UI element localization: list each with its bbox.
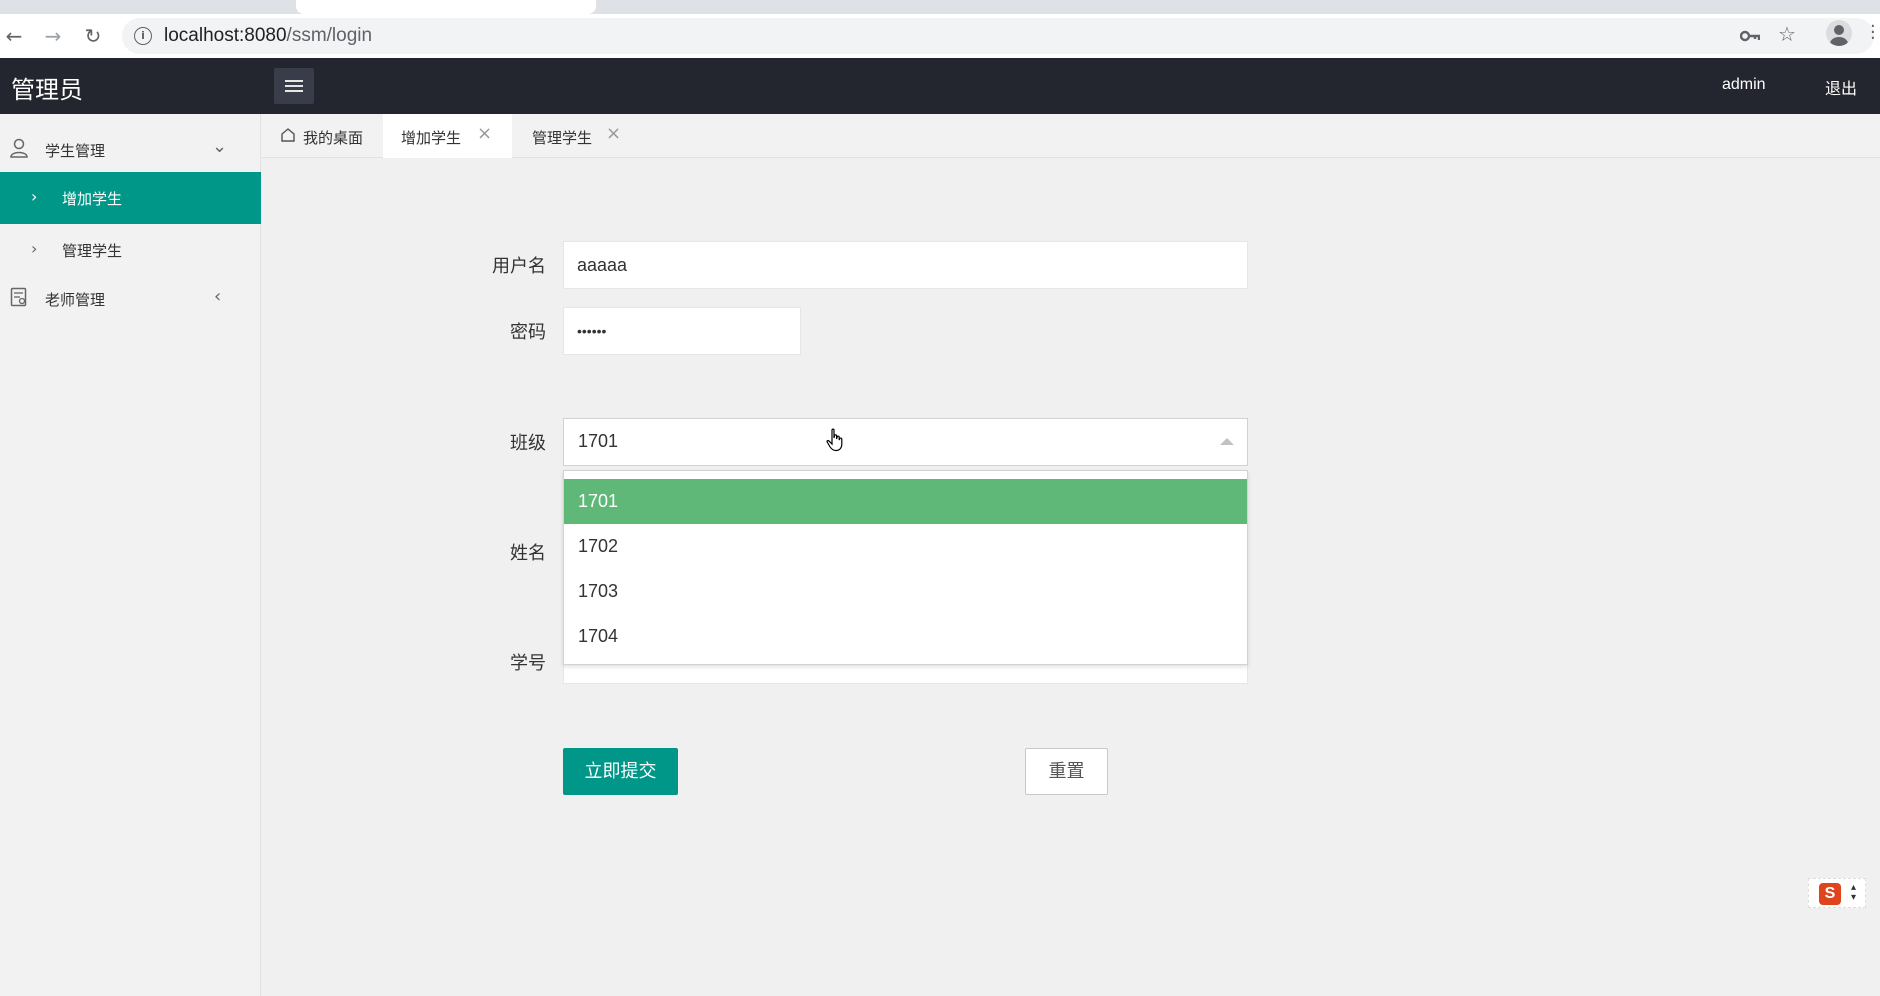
dropdown-option[interactable]: 1703 [564,569,1247,614]
chevron-right-icon: › [31,187,38,206]
ime-arrows-icon: ▴ ▾ [1851,882,1857,903]
submit-button[interactable]: 立即提交 [563,748,678,795]
app-header: 管理员 admin 退出 [0,58,1880,114]
tab-my-desktop[interactable]: 我的桌面 [262,114,383,158]
sidebar: 学生管理 ⌄ › 增加学生 › 管理学生 老师管理 ‹ [0,114,261,996]
browser-tabstrip [0,0,1880,14]
browser-toolbar: ← → ↻ i localhost:8080/ssm/login ☆ · · · [0,14,1880,58]
close-icon[interactable]: × [606,123,621,144]
forward-icon[interactable]: → [41,24,65,48]
dropdown-option[interactable]: 1701 [564,479,1247,524]
tab-add-student[interactable]: 增加学生 × [383,114,512,158]
list-icon-line [285,90,303,92]
sidebar-toggle-button[interactable] [274,68,314,104]
sidebar-item-label: 管理学生 [62,242,123,260]
class-label: 班级 [510,433,546,454]
sidebar-group-label: 学生管理 [45,142,106,160]
username-label: 用户名 [492,256,546,277]
ime-toolbar-widget[interactable]: S ▴ ▾ [1808,878,1866,908]
back-icon[interactable]: ← [2,24,26,48]
dropdown-option[interactable]: 1704 [564,614,1247,659]
profile-avatar-icon[interactable] [1826,20,1852,46]
document-icon [10,287,27,307]
dropdown-option[interactable]: 1702 [564,524,1247,569]
username-input[interactable]: aaaaa [563,241,1248,289]
star-icon[interactable]: ☆ [1778,24,1796,44]
sogou-logo-icon: S [1819,883,1841,905]
browser-menu-icon[interactable]: · · · [1870,18,1876,48]
class-dropdown: 1701 1702 1703 1704 [563,470,1248,665]
header-username[interactable]: admin [1722,76,1766,94]
sidebar-group-teachers[interactable]: 老师管理 ‹ [0,275,261,321]
url-text: localhost:8080/ssm/login [164,25,373,46]
class-select[interactable]: 1701 [563,418,1248,466]
address-bar[interactable]: i localhost:8080/ssm/login ☆ [122,18,1874,54]
caret-up-icon [1220,438,1234,445]
reset-button[interactable]: 重置 [1025,748,1108,795]
list-icon-line [285,85,303,87]
chevron-right-icon: › [31,239,38,258]
student-number-label: 学号 [510,653,546,674]
hand-cursor-icon [826,428,843,452]
tab-label: 增加学生 [401,129,462,147]
password-label: 密码 [510,322,546,343]
chevron-down-icon: ⌄ [212,136,228,157]
list-icon-line [285,80,303,82]
info-icon[interactable]: i [134,27,152,45]
sidebar-group-label: 老师管理 [45,291,106,309]
tab-manage-students[interactable]: 管理学生 × [512,114,640,158]
sidebar-item-add-student[interactable]: › 增加学生 [0,172,261,224]
browser-active-tab[interactable] [296,0,596,14]
user-icon [10,138,28,158]
name-label: 姓名 [510,543,546,564]
class-select-value: 1701 [578,431,619,451]
password-input[interactable]: •••••• [563,307,801,355]
sidebar-item-label: 增加学生 [62,190,123,208]
sidebar-group-students[interactable]: 学生管理 ⌄ [0,126,261,172]
tab-label: 我的桌面 [303,129,364,147]
close-icon[interactable]: × [477,123,492,144]
page-tabbar: 我的桌面 增加学生 × 管理学生 × [262,114,1880,158]
app-title: 管理员 [11,76,83,104]
home-icon [281,128,295,142]
tab-label: 管理学生 [532,129,593,147]
chevron-left-icon: ‹ [214,286,222,307]
reload-icon[interactable]: ↻ [81,24,105,48]
key-icon[interactable] [1740,28,1760,44]
logout-link[interactable]: 退出 [1825,75,1857,99]
sidebar-item-manage-students[interactable]: › 管理学生 [0,224,261,276]
